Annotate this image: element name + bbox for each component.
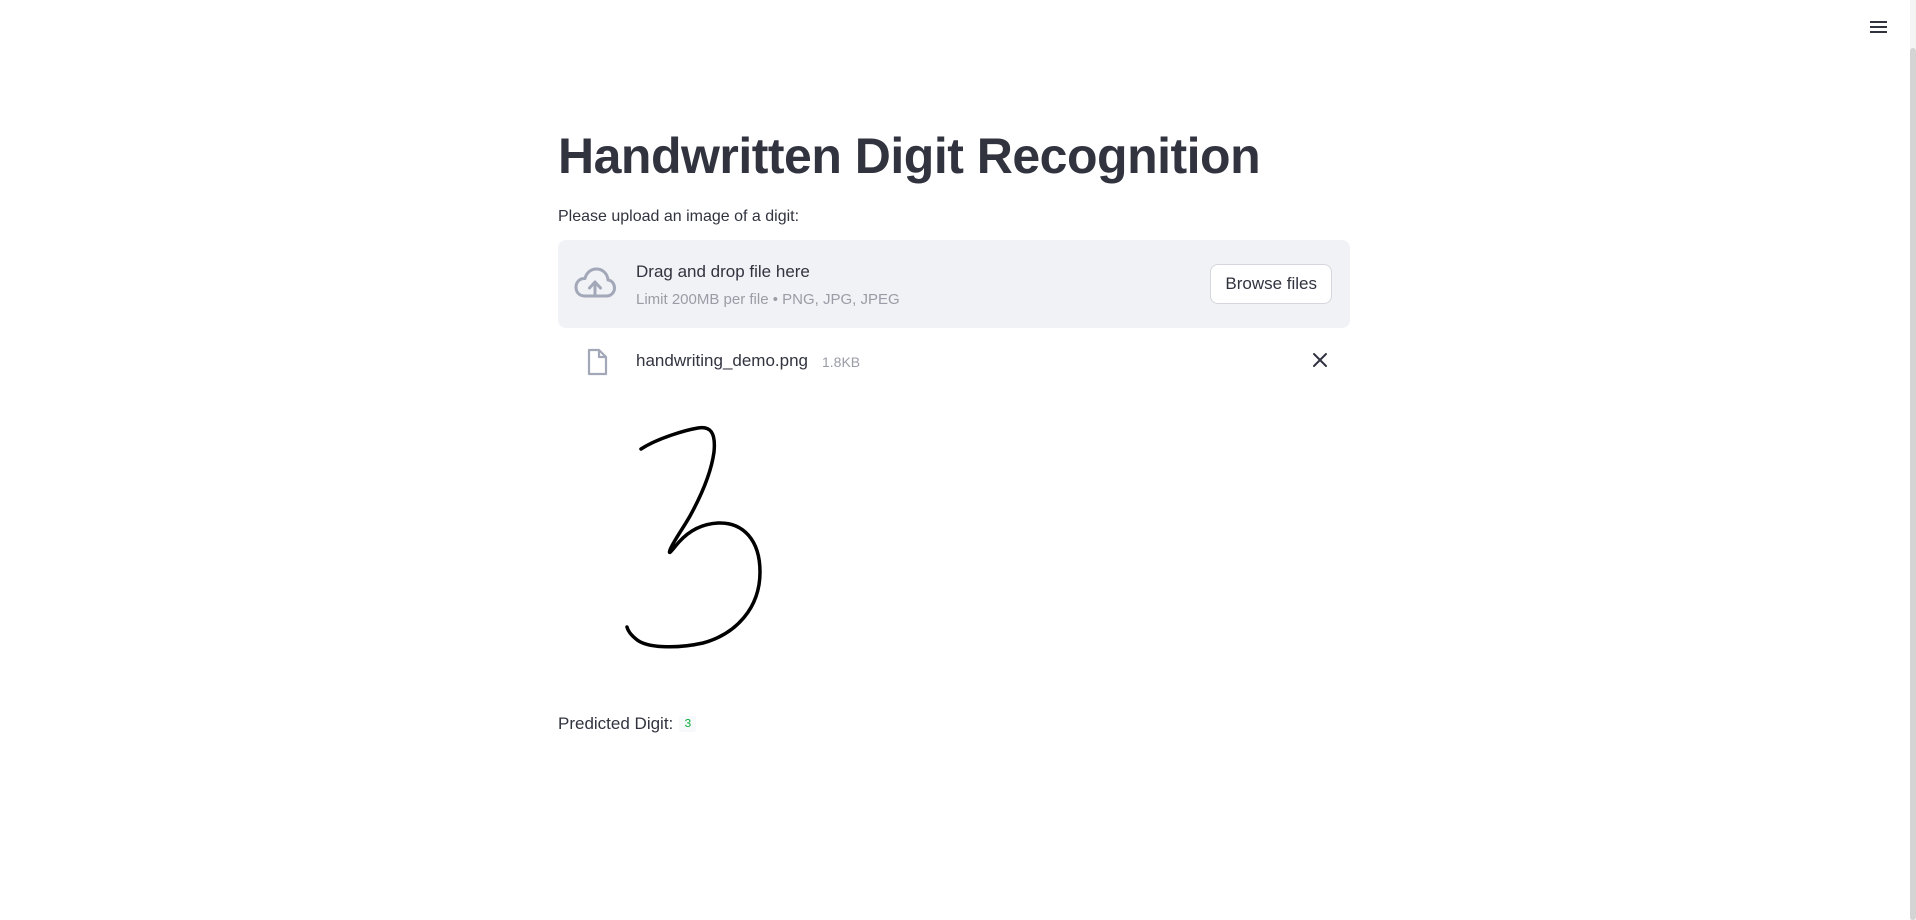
- browse-files-button[interactable]: Browse files: [1210, 264, 1332, 304]
- prediction-label: Predicted Digit:: [558, 714, 674, 733]
- uploaded-file-size: 1.8KB: [822, 354, 861, 370]
- prediction-result: Predicted Digit: 3: [558, 714, 697, 734]
- uploaded-file-row: handwriting_demo.png 1.8KB: [558, 342, 1350, 382]
- file-dropzone[interactable]: Drag and drop file here Limit 200MB per …: [558, 240, 1350, 328]
- main-menu-button[interactable]: [1864, 14, 1894, 44]
- page-title: Handwritten Digit Recognition: [558, 128, 1261, 184]
- close-icon: [1312, 352, 1328, 373]
- dropzone-title: Drag and drop file here: [636, 262, 810, 281]
- cloud-upload-icon: [574, 266, 616, 302]
- dropzone-limit-text: Limit 200MB per file • PNG, JPG, JPEG: [636, 291, 900, 308]
- hamburger-menu-icon: [1869, 19, 1889, 40]
- dropzone-instructions: Drag and drop file here Limit 200MB per …: [636, 262, 900, 308]
- file-icon: [586, 348, 608, 376]
- uploaded-digit-image: [558, 412, 798, 672]
- remove-file-button[interactable]: [1308, 350, 1332, 374]
- predicted-digit-value: 3: [679, 716, 697, 732]
- file-uploader-label: Please upload an image of a digit:: [558, 208, 800, 225]
- scrollbar-thumb[interactable]: [1910, 48, 1916, 920]
- page-scrollbar[interactable]: [1910, 0, 1916, 920]
- uploaded-file-name: handwriting_demo.png: [636, 351, 809, 370]
